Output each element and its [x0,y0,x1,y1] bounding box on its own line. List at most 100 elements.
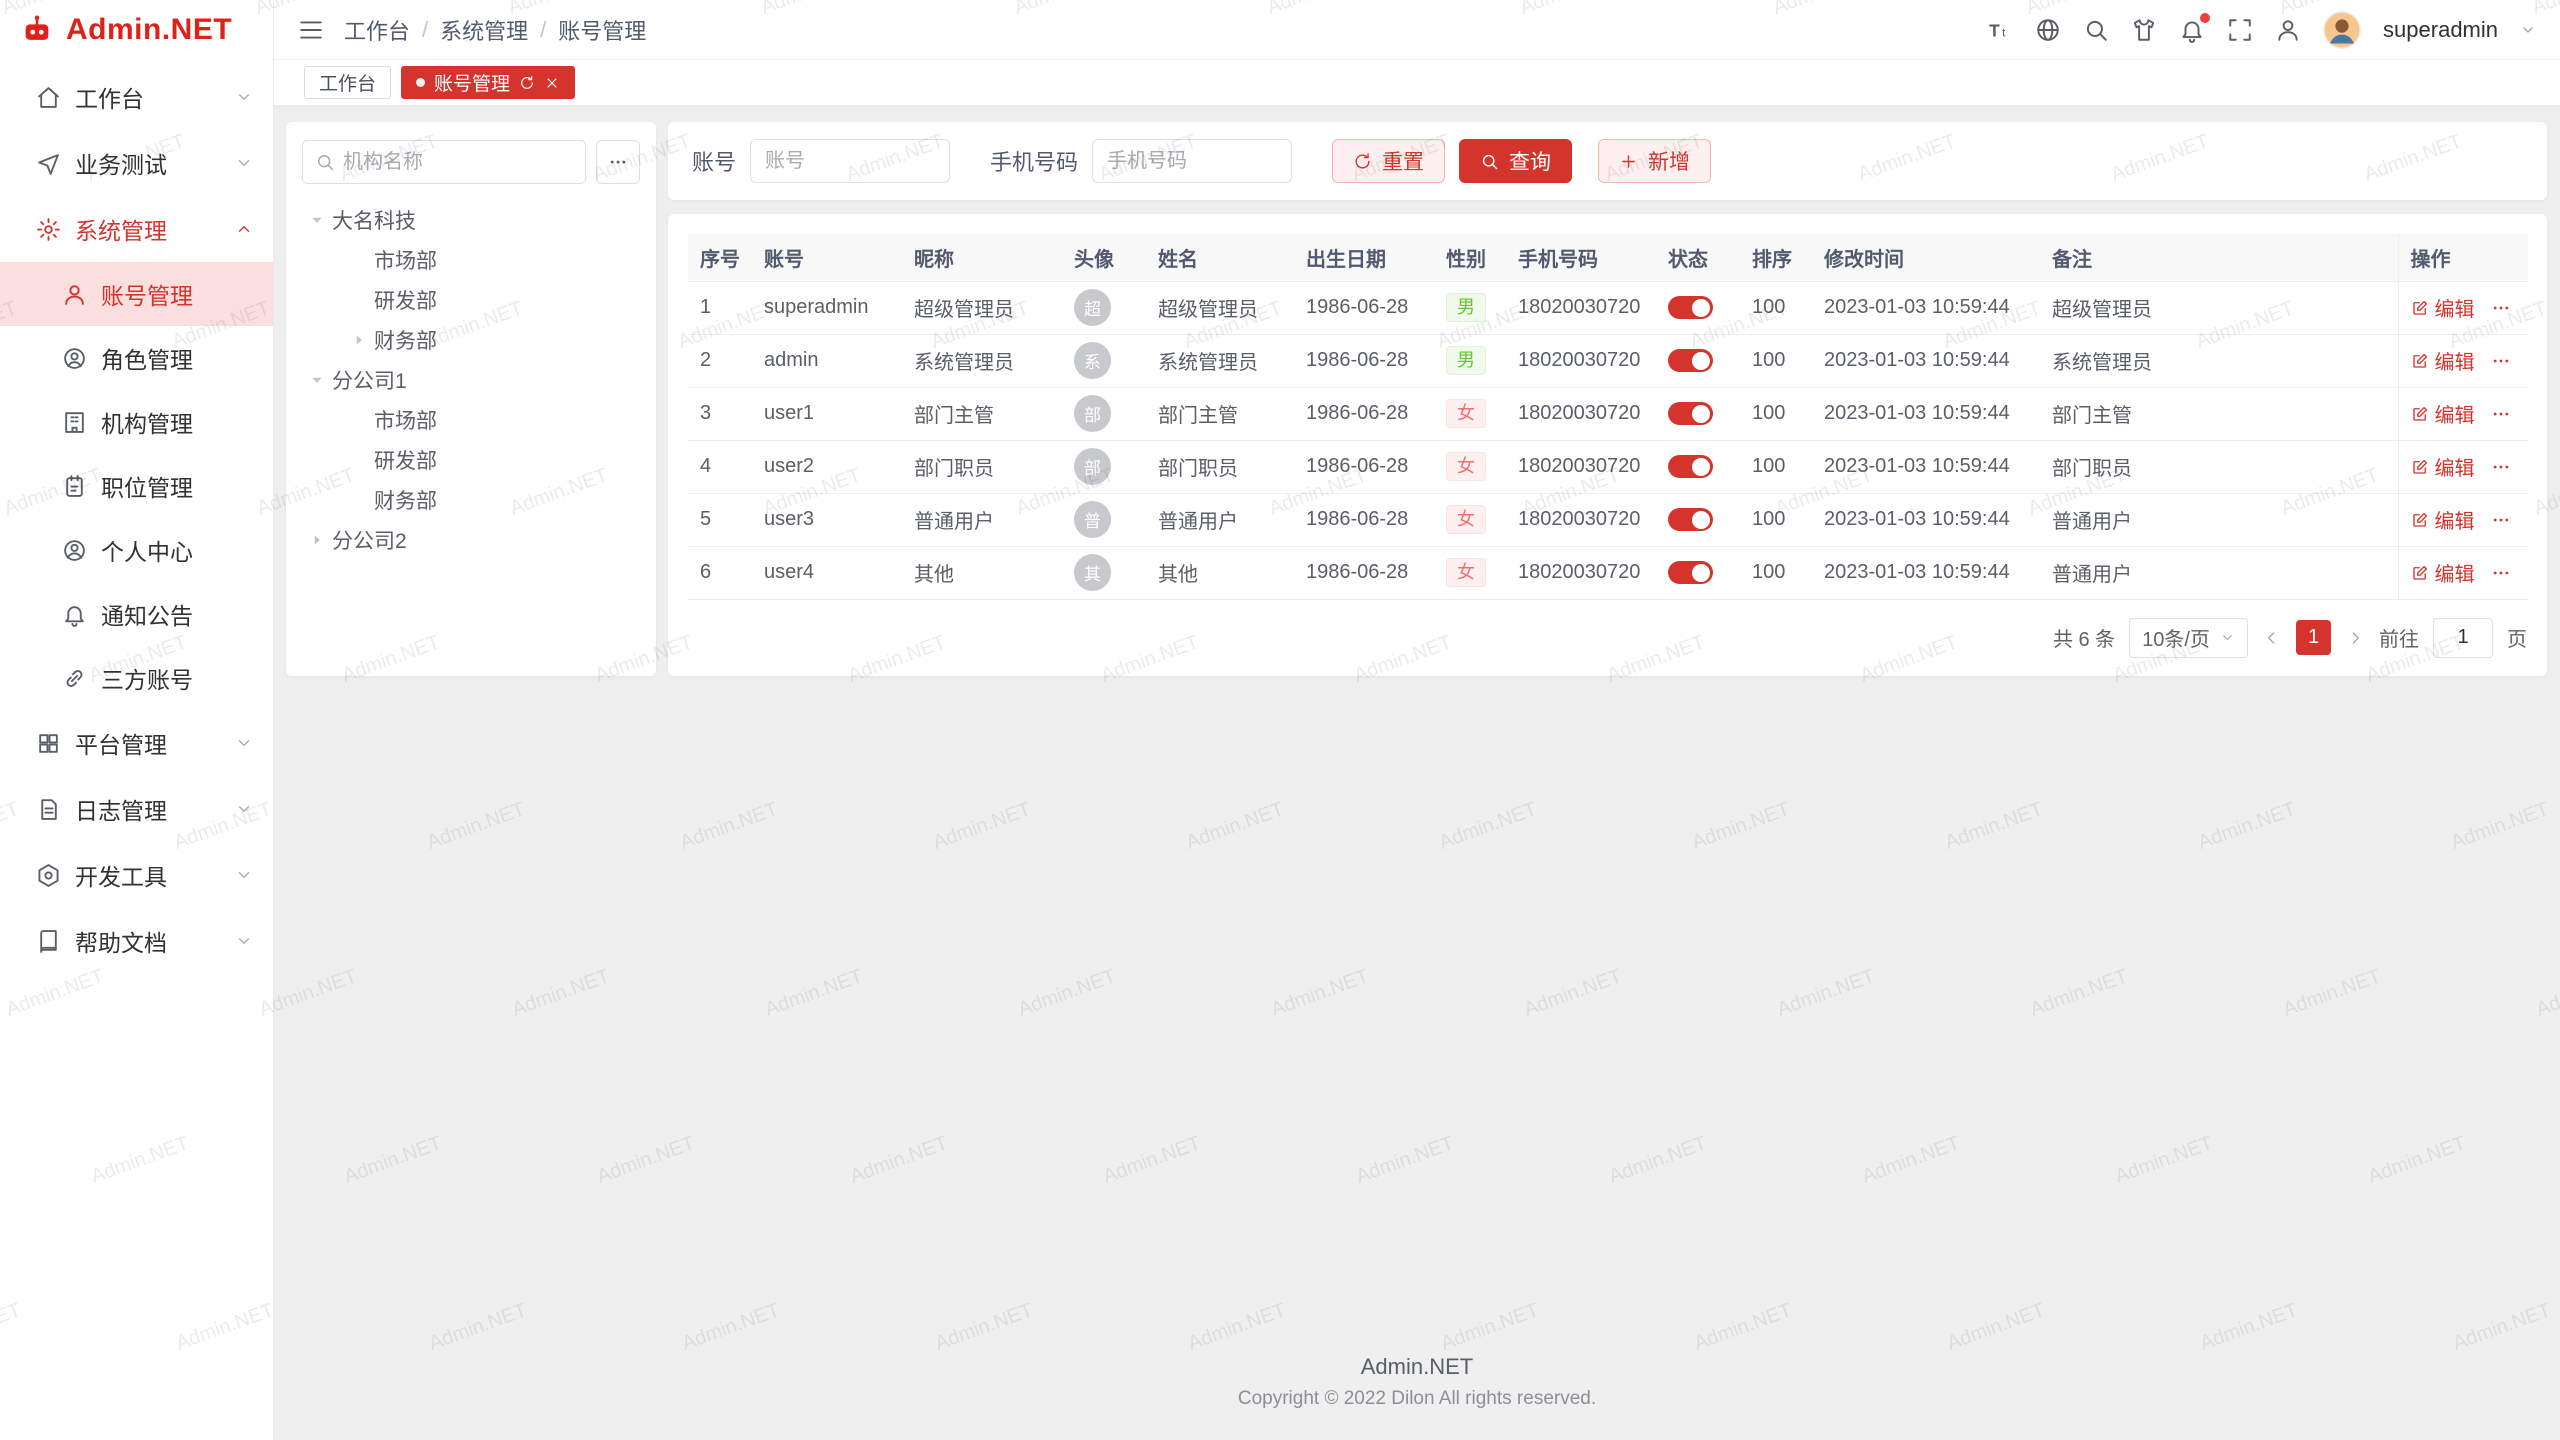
phone-input[interactable] [1092,139,1292,183]
cell-phone: 18020030720 [1506,493,1656,546]
search-icon[interactable] [2083,17,2109,43]
breadcrumb-item[interactable]: 账号管理 [558,14,646,46]
prev-page-icon[interactable] [2262,628,2282,648]
notification-bell-icon[interactable] [2179,17,2205,43]
tree-node[interactable]: 研发部 [302,280,640,320]
more-actions-icon[interactable] [2491,510,2511,530]
gender-badge: 男 [1446,346,1486,376]
link-icon [62,666,87,691]
cell-name: 普通用户 [1146,493,1294,546]
sidebar-item-log[interactable]: 日志管理 [0,776,273,842]
column-header: 姓名 [1146,234,1294,281]
gear-icon [36,217,61,242]
sidebar-item-label: 开发工具 [75,858,221,892]
tree-node-label: 分公司1 [332,365,407,395]
sidebar-item-business-test[interactable]: 业务测试 [0,130,273,196]
breadcrumb-item[interactable]: 工作台 [344,14,410,46]
org-tree-panel: 大名科技市场部研发部财务部分公司1市场部研发部财务部分公司2 [286,122,656,676]
more-actions-icon[interactable] [2491,351,2511,371]
font-size-icon[interactable]: Tt [1987,17,2013,43]
status-toggle[interactable] [1668,508,1713,531]
tab-close-icon [544,75,560,91]
tree-node[interactable]: 财务部 [302,480,640,520]
tab-workbench[interactable]: 工作台 [304,66,391,99]
tree-node[interactable]: 分公司1 [302,360,640,400]
account-input[interactable] [750,139,950,183]
avatar[interactable] [2323,11,2361,49]
sidebar-item-workbench[interactable]: 工作台 [0,64,273,130]
username[interactable]: superadmin [2383,17,2498,43]
column-header: 备注 [2040,234,2398,281]
org-search-input[interactable] [343,151,573,174]
cell-gender: 女 [1434,387,1506,440]
tree-node[interactable]: 市场部 [302,400,640,440]
edit-button[interactable]: 编辑 [2411,293,2475,322]
edit-icon [2411,564,2429,582]
sidebar-item-help-docs[interactable]: 帮助文档 [0,908,273,974]
add-button[interactable]: 新增 [1598,139,1711,183]
chevron-down-icon [2220,630,2235,645]
sidebar-item-position[interactable]: 职位管理 [0,454,273,518]
tree-node[interactable]: 财务部 [302,320,640,360]
row-avatar: 部 [1074,395,1111,432]
tools-icon [36,863,61,888]
tree-node[interactable]: 市场部 [302,240,640,280]
menu-collapse-icon[interactable] [298,17,324,43]
theme-icon[interactable] [2131,17,2157,43]
row-avatar: 部 [1074,448,1111,485]
sidebar-item-third-party[interactable]: 三方账号 [0,646,273,710]
edit-button[interactable]: 编辑 [2411,399,2475,428]
sidebar-item-system-management[interactable]: 系统管理 [0,196,273,262]
cell-remark: 部门职员 [2040,440,2398,493]
breadcrumb: 工作台/系统管理/账号管理 [344,14,646,46]
page-number-1[interactable]: 1 [2296,620,2331,655]
tree-node[interactable]: 研发部 [302,440,640,480]
sidebar-item-organization[interactable]: 机构管理 [0,390,273,454]
fullscreen-icon[interactable] [2227,17,2253,43]
position-icon [62,474,87,499]
breadcrumb-item[interactable]: 系统管理 [440,14,528,46]
page-size-select[interactable]: 10条/页 [2129,618,2248,658]
org-search-box [302,140,586,184]
cell-birth-date: 1986-06-28 [1294,493,1434,546]
more-actions-icon[interactable] [2491,298,2511,318]
status-toggle[interactable] [1668,296,1713,319]
tree-node[interactable]: 大名科技 [302,200,640,240]
user-table: 序号账号昵称头像姓名出生日期性别手机号码状态排序修改时间备注操作 1supera… [688,234,2528,600]
cell-modify-time: 2023-01-03 10:59:44 [1812,387,2040,440]
language-icon[interactable] [2035,17,2061,43]
logo[interactable]: Admin.NET [0,0,273,60]
sidebar-item-account[interactable]: 账号管理 [0,262,273,326]
more-actions-icon[interactable] [2491,563,2511,583]
tree-more-button[interactable] [596,140,640,184]
cell-birth-date: 1986-06-28 [1294,546,1434,599]
search-button[interactable]: 查询 [1459,139,1572,183]
sidebar-item-platform[interactable]: 平台管理 [0,710,273,776]
column-header: 昵称 [902,234,1062,281]
tab-account[interactable]: 账号管理 [401,66,575,99]
edit-button[interactable]: 编辑 [2411,452,2475,481]
sidebar-item-notice[interactable]: 通知公告 [0,582,273,646]
more-actions-icon[interactable] [2491,457,2511,477]
cell-modify-time: 2023-01-03 10:59:44 [1812,440,2040,493]
goto-page-input[interactable] [2433,618,2493,658]
more-actions-icon[interactable] [2491,404,2511,424]
column-header: 出生日期 [1294,234,1434,281]
status-toggle[interactable] [1668,455,1713,478]
cell-status [1656,387,1740,440]
sidebar-item-dev-tools[interactable]: 开发工具 [0,842,273,908]
sidebar-item-personal-center[interactable]: 个人中心 [0,518,273,582]
reset-button[interactable]: 重置 [1332,139,1445,183]
profile-icon[interactable] [2275,17,2301,43]
edit-button[interactable]: 编辑 [2411,346,2475,375]
next-page-icon[interactable] [2345,628,2365,648]
sidebar-item-role[interactable]: 角色管理 [0,326,273,390]
status-toggle[interactable] [1668,402,1713,425]
tree-node[interactable]: 分公司2 [302,520,640,560]
edit-button[interactable]: 编辑 [2411,558,2475,587]
chevron-down-icon[interactable] [2520,22,2536,38]
status-toggle[interactable] [1668,349,1713,372]
status-toggle[interactable] [1668,561,1713,584]
add-button-label: 新增 [1648,146,1690,176]
edit-button[interactable]: 编辑 [2411,505,2475,534]
